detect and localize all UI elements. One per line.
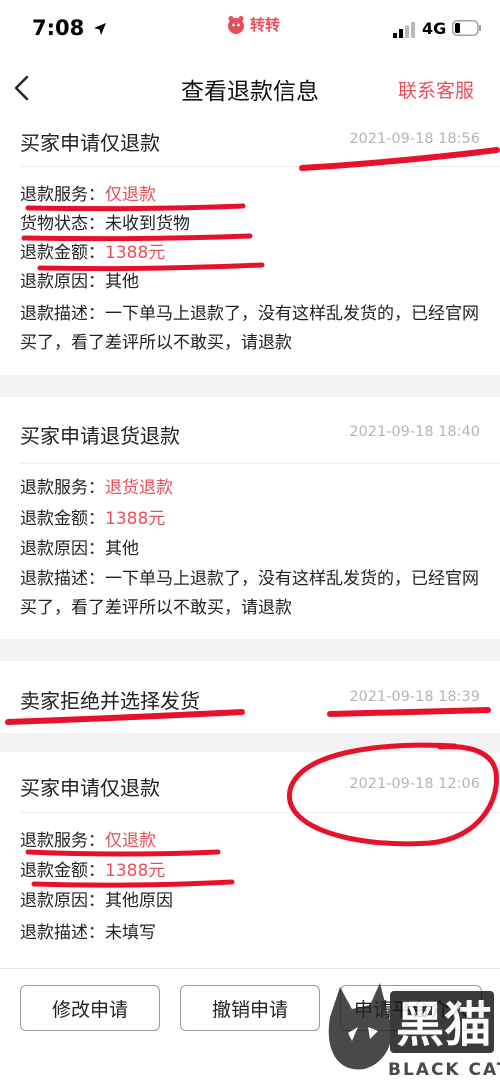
event-time: 2021-09-18 12:06 (349, 776, 480, 792)
contact-service-link[interactable]: 联系客服 (398, 76, 474, 103)
row-value: 其他原因 (105, 891, 173, 911)
event-card: 买家申请仅退款 2021-09-18 18:56 退款服务：仅退款 货物状态：未… (0, 114, 500, 375)
row-label: 退款描述： (20, 923, 105, 943)
refund-amount-row: 退款金额：1388元 (20, 239, 480, 268)
location-arrow-icon (94, 23, 106, 35)
divider (20, 463, 500, 464)
row-label: 退款描述： (20, 569, 105, 589)
row-value: 未填写 (105, 923, 156, 943)
app-logo-icon (228, 15, 244, 34)
refund-description-row: 退款描述：未填写 (20, 919, 480, 948)
event-title: 买家申请退货退款 (20, 424, 180, 448)
network-label: 4G (422, 19, 447, 38)
event-time: 2021-09-18 18:39 (349, 689, 480, 705)
divider (20, 812, 500, 813)
status-time: 7:08 (32, 16, 85, 40)
row-label: 退款原因： (20, 539, 105, 559)
row-value: 仅退款 (105, 185, 156, 205)
refund-service-row: 退款服务：退货退款 (20, 474, 480, 503)
event-card: 卖家拒绝并选择发货 2021-09-18 18:39 (0, 661, 500, 733)
app-name: 转转 (250, 16, 281, 34)
row-value: 1388元 (105, 509, 166, 529)
row-label: 退款原因： (20, 272, 105, 292)
event-time: 2021-09-18 18:40 (349, 424, 480, 440)
row-label: 退款原因： (20, 891, 105, 911)
row-value: 1388元 (105, 243, 166, 263)
signal-icon (393, 22, 415, 38)
battery-icon (452, 20, 481, 36)
event-card: 买家申请仅退款 2021-09-18 12:06 退款服务：仅退款 退款金额：1… (0, 752, 500, 968)
watermark-caption: BLACK CAT (388, 1060, 500, 1080)
refund-reason-row: 退款原因：其他原因 (20, 887, 480, 916)
refund-reason-row: 退款原因：其他 (20, 535, 480, 564)
row-label: 退款金额： (20, 861, 105, 881)
row-label: 退款服务： (20, 831, 105, 851)
refund-amount-row: 退款金额：1388元 (20, 505, 480, 534)
event-time: 2021-09-18 18:56 (349, 131, 480, 147)
status-bar: 7:08 转转 4G (0, 0, 500, 60)
event-title: 买家申请仅退款 (20, 131, 160, 155)
event-title: 买家申请仅退款 (20, 776, 160, 800)
event-card: 买家申请退货退款 2021-09-18 18:40 退款服务：退货退款 退款金额… (0, 397, 500, 639)
refund-amount-row: 退款金额：1388元 (20, 857, 480, 886)
refund-reason-row: 退款原因：其他 (20, 268, 480, 297)
goods-status-row: 货物状态：未收到货物 (20, 210, 480, 239)
watermark-logo: 黑猫 (396, 997, 492, 1053)
row-label: 退款金额： (20, 509, 105, 529)
row-label: 退款金额： (20, 243, 105, 263)
row-value: 其他 (105, 539, 139, 559)
row-value: 1388元 (105, 861, 166, 881)
row-value: 仅退款 (105, 831, 156, 851)
refund-service-row: 退款服务：仅退款 (20, 827, 480, 856)
divider (20, 166, 500, 167)
row-label: 退款描述： (20, 304, 105, 324)
row-value: 其他 (105, 272, 139, 292)
row-label: 退款服务： (20, 478, 105, 498)
black-cat-watermark: 黑猫 BLACK CAT (328, 983, 500, 1080)
cancel-request-button[interactable]: 撤销申请 (180, 985, 320, 1031)
refund-description-row: 退款描述：一下单马上退款了，没有这样乱发货的，已经官网买了，看了差评所以不敢买，… (20, 565, 480, 623)
row-label: 货物状态： (20, 214, 105, 234)
row-value: 退货退款 (105, 478, 173, 498)
page-header: 查看退款信息 联系客服 (0, 60, 500, 114)
app-brand: 转转 (226, 14, 280, 35)
event-title: 卖家拒绝并选择发货 (20, 689, 200, 713)
refund-service-row: 退款服务：仅退款 (20, 181, 480, 210)
row-label: 退款服务： (20, 185, 105, 205)
row-value: 未收到货物 (105, 214, 190, 234)
modify-request-button[interactable]: 修改申请 (20, 985, 160, 1031)
refund-description-row: 退款描述：一下单马上退款了，没有这样乱发货的，已经官网买了，看了差评所以不敢买，… (20, 300, 480, 358)
